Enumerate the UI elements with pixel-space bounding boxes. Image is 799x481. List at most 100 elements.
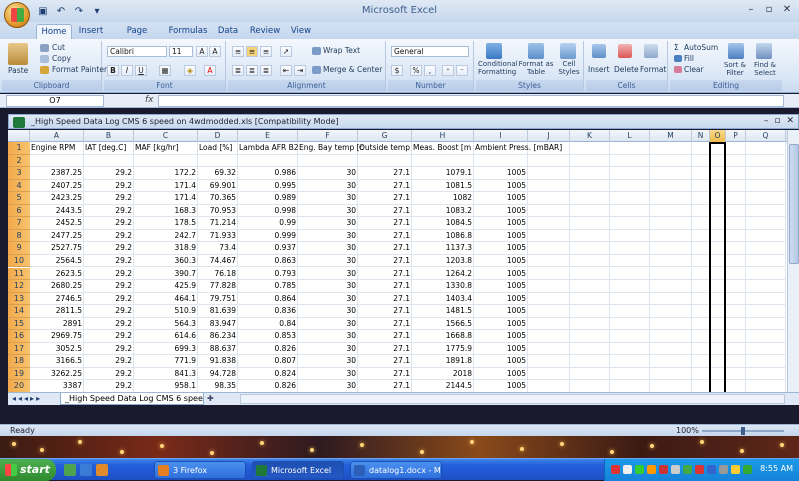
- cell-p7[interactable]: [726, 217, 746, 230]
- cell-e11[interactable]: 0.793: [238, 267, 298, 281]
- cell-j5[interactable]: [528, 192, 570, 205]
- cell-a6[interactable]: 2443.5: [30, 204, 84, 218]
- row-header[interactable]: 1: [8, 142, 30, 155]
- cell-j7[interactable]: [528, 217, 570, 230]
- cell-f4[interactable]: 30: [298, 179, 358, 193]
- cell-m10[interactable]: [650, 254, 692, 268]
- cell-b16[interactable]: 29.2: [84, 330, 134, 343]
- cell-l8[interactable]: [610, 229, 650, 243]
- delete-cells-button[interactable]: Delete: [614, 65, 639, 75]
- row-header[interactable]: 10: [8, 254, 30, 268]
- cell-c7[interactable]: 178.5: [134, 217, 198, 230]
- cell-l5[interactable]: [610, 192, 650, 205]
- cell-i6[interactable]: 1005: [474, 204, 528, 218]
- cell-e12[interactable]: 0.785: [238, 280, 298, 293]
- cell-b5[interactable]: 29.2: [84, 192, 134, 205]
- cell-q3[interactable]: [746, 167, 786, 180]
- cell-d17[interactable]: 88.637: [198, 342, 238, 356]
- cell-b3[interactable]: 29.2: [84, 167, 134, 180]
- cut-button[interactable]: Cut: [52, 43, 65, 53]
- cell-l4[interactable]: [610, 179, 650, 193]
- cell-n4[interactable]: [692, 179, 710, 193]
- cell-j10[interactable]: [528, 254, 570, 268]
- cell-l11[interactable]: [610, 267, 650, 281]
- cell-k10[interactable]: [570, 254, 610, 268]
- cell-styles-button[interactable]: Cell Styles: [556, 60, 582, 76]
- row-header[interactable]: 7: [8, 217, 30, 230]
- cell-n12[interactable]: [692, 280, 710, 293]
- cell-a14[interactable]: 2811.5: [30, 305, 84, 318]
- row-header[interactable]: 14: [8, 305, 30, 318]
- cell-o6[interactable]: [710, 204, 726, 218]
- cell-c11[interactable]: 390.7: [134, 267, 198, 281]
- increase-decimal-icon[interactable]: ⁺: [442, 65, 454, 76]
- column-header-l[interactable]: L: [610, 130, 650, 142]
- align-bottom-icon[interactable]: ≡: [260, 46, 272, 57]
- cell-c9[interactable]: 318.9: [134, 242, 198, 255]
- column-header-n[interactable]: N: [692, 130, 710, 142]
- cell-p10[interactable]: [726, 254, 746, 268]
- cell-q7[interactable]: [746, 217, 786, 230]
- row-header[interactable]: 16: [8, 330, 30, 343]
- row-header[interactable]: 20: [8, 380, 30, 392]
- cell-m14[interactable]: [650, 305, 692, 318]
- row-header[interactable]: 12: [8, 280, 30, 293]
- cell-b13[interactable]: 29.2: [84, 292, 134, 306]
- cell-p15[interactable]: [726, 317, 746, 331]
- cell-b19[interactable]: 29.2: [84, 367, 134, 381]
- cell-e5[interactable]: 0.989: [238, 192, 298, 205]
- tray-icon[interactable]: [647, 465, 656, 474]
- cell-h13[interactable]: 1403.4: [412, 292, 474, 306]
- clear-button[interactable]: Clear: [684, 65, 704, 75]
- cell-i17[interactable]: 1005: [474, 342, 528, 356]
- cell-q18[interactable]: [746, 355, 786, 368]
- office-button[interactable]: [4, 2, 30, 28]
- cell-p17[interactable]: [726, 342, 746, 356]
- cell-l20[interactable]: [610, 380, 650, 392]
- cell-n19[interactable]: [692, 367, 710, 381]
- cell-f5[interactable]: 30: [298, 192, 358, 205]
- cell-i2[interactable]: [474, 154, 528, 168]
- row-header[interactable]: 17: [8, 342, 30, 356]
- row-header[interactable]: 3: [8, 167, 30, 180]
- wrap-text-button[interactable]: Wrap Text: [323, 46, 360, 56]
- cell-j15[interactable]: [528, 317, 570, 331]
- cell-f16[interactable]: 30: [298, 330, 358, 343]
- cell-g13[interactable]: 27.1: [358, 292, 412, 306]
- start-button[interactable]: start: [0, 459, 56, 481]
- cell-k13[interactable]: [570, 292, 610, 306]
- cell-h15[interactable]: 1566.5: [412, 317, 474, 331]
- cell-k4[interactable]: [570, 179, 610, 193]
- column-header-h[interactable]: H: [412, 130, 474, 142]
- cell-k11[interactable]: [570, 267, 610, 281]
- cell-o4[interactable]: [710, 179, 726, 193]
- sheet-nav-icons[interactable]: ◂◂◂▸▸: [12, 394, 42, 403]
- cell-l3[interactable]: [610, 167, 650, 180]
- cell-p2[interactable]: [726, 154, 746, 168]
- cell-e19[interactable]: 0.824: [238, 367, 298, 381]
- row-header[interactable]: 4: [8, 179, 30, 193]
- cell-d20[interactable]: 98.35: [198, 380, 238, 392]
- cell-h12[interactable]: 1330.8: [412, 280, 474, 293]
- cell-c15[interactable]: 564.3: [134, 317, 198, 331]
- tray-icon[interactable]: [683, 465, 692, 474]
- cell-c10[interactable]: 360.3: [134, 254, 198, 268]
- cell-d3[interactable]: 69.32: [198, 167, 238, 180]
- quicklaunch-media-icon[interactable]: [96, 464, 108, 476]
- cell-l10[interactable]: [610, 254, 650, 268]
- cell-d15[interactable]: 83.947: [198, 317, 238, 331]
- cell-c5[interactable]: 171.4: [134, 192, 198, 205]
- taskbar-item-firefox[interactable]: 3 Firefox: [154, 461, 246, 479]
- cell-k17[interactable]: [570, 342, 610, 356]
- percent-button[interactable]: %: [410, 65, 422, 76]
- cell-j8[interactable]: [528, 229, 570, 243]
- cell-a18[interactable]: 3166.5: [30, 355, 84, 368]
- cell-k20[interactable]: [570, 380, 610, 392]
- cell-a5[interactable]: 2423.25: [30, 192, 84, 205]
- cell-h6[interactable]: 1083.2: [412, 204, 474, 218]
- cell-c8[interactable]: 242.7: [134, 229, 198, 243]
- cell-q20[interactable]: [746, 380, 786, 392]
- comma-button[interactable]: ,: [424, 65, 436, 76]
- column-header-k[interactable]: K: [570, 130, 610, 142]
- borders-icon[interactable]: ▦: [159, 65, 171, 76]
